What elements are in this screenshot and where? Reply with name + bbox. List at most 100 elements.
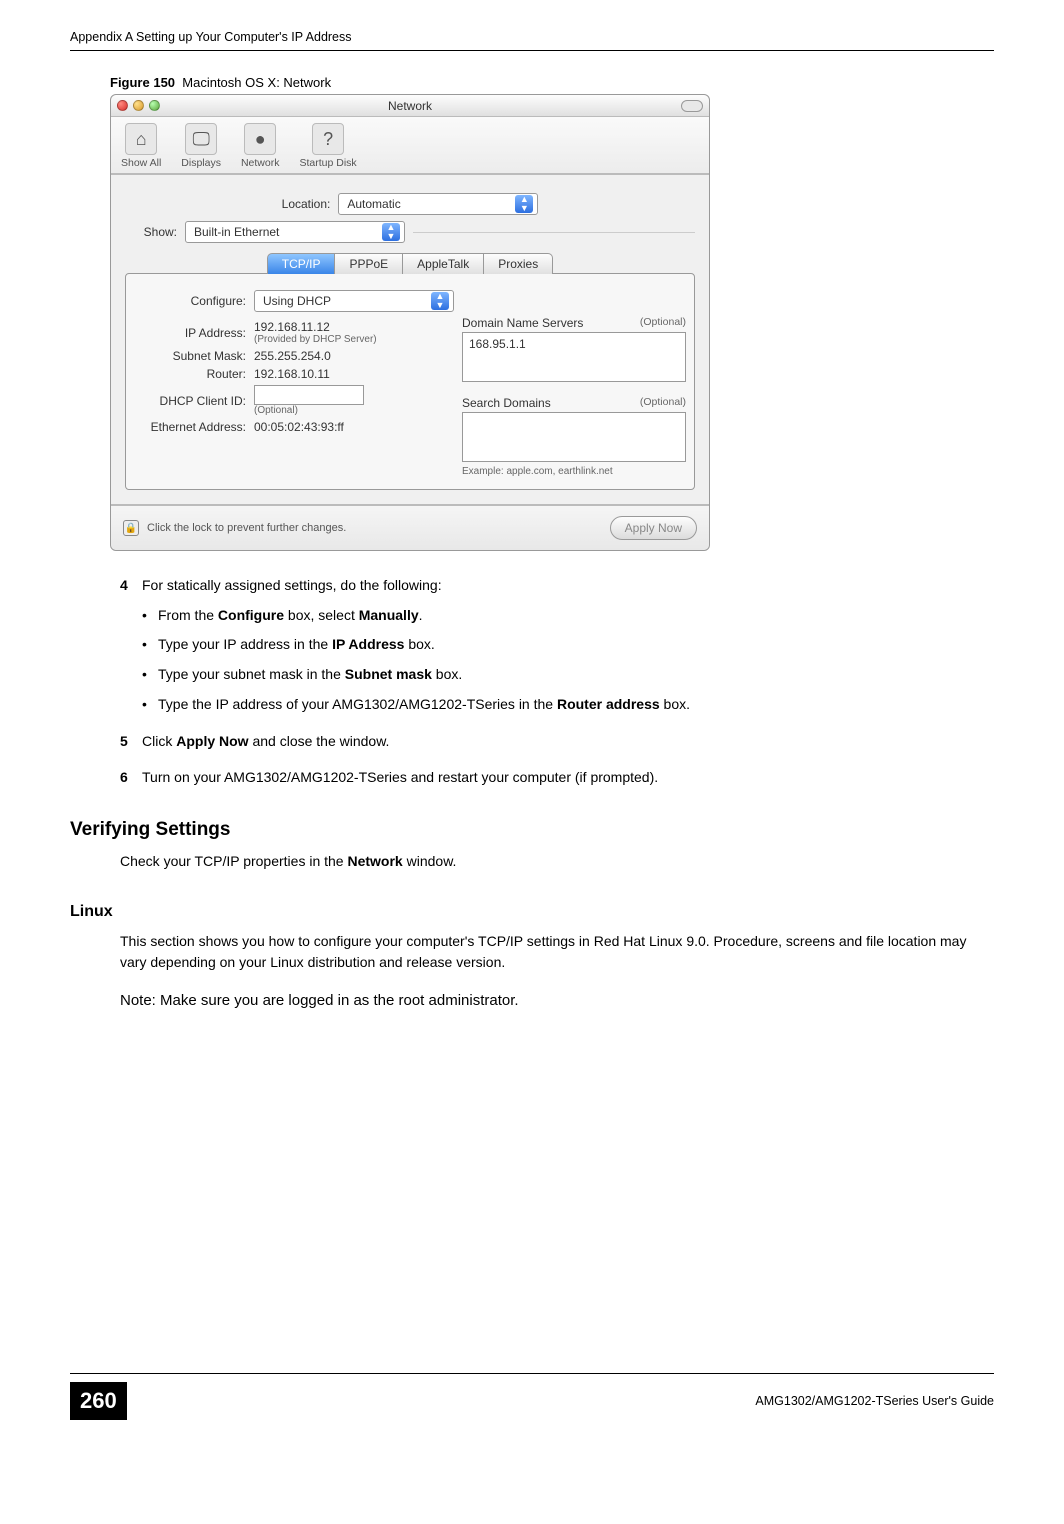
configure-select[interactable]: Using DHCP ▲▼ xyxy=(254,290,454,312)
location-label: Location: xyxy=(282,197,339,211)
verifying-settings-heading: Verifying Settings xyxy=(70,819,994,841)
window-titlebar: Network xyxy=(111,95,709,117)
text: window. xyxy=(403,853,457,869)
network-icon: ● xyxy=(244,123,276,155)
step-5: 5 Click Apply Now and close the window. xyxy=(120,731,994,753)
text: Click xyxy=(142,733,176,749)
linux-note: Note: Make sure you are logged in as the… xyxy=(120,992,994,1009)
lock-text: Click the lock to prevent further change… xyxy=(147,522,346,534)
router-value: 192.168.10.11 xyxy=(254,367,330,381)
apply-now-button[interactable]: Apply Now xyxy=(610,516,697,540)
chevron-updown-icon: ▲▼ xyxy=(431,292,449,310)
step-number: 4 xyxy=(120,575,142,597)
text-bold: Configure xyxy=(218,607,284,623)
displays-icon: 🖵 xyxy=(185,123,217,155)
toolbar-displays[interactable]: 🖵 Displays xyxy=(181,123,221,169)
search-domains-example: Example: apple.com, earthlink.net xyxy=(462,466,686,477)
text-bold: IP Address xyxy=(332,636,404,652)
step-4: 4 For statically assigned settings, do t… xyxy=(120,575,994,597)
running-header: Appendix A Setting up Your Computer's IP… xyxy=(70,30,994,51)
ip-address-value: 192.168.11.12 xyxy=(254,320,377,334)
tab-appletalk[interactable]: AppleTalk xyxy=(403,253,484,274)
location-value: Automatic xyxy=(347,197,400,211)
text-bold: Manually xyxy=(359,607,419,623)
text: From the xyxy=(158,607,218,623)
figure-caption: Figure 150 Macintosh OS X: Network xyxy=(110,75,994,90)
lock-icon[interactable]: 🔒 xyxy=(123,520,139,536)
tab-tcpip[interactable]: TCP/IP xyxy=(267,253,336,274)
macosx-network-window: Network ⌂ Show All 🖵 Displays ● Network … xyxy=(110,94,710,551)
toolbar-label: Network xyxy=(241,157,280,169)
router-label: Router: xyxy=(134,367,254,381)
show-label: Show: xyxy=(125,225,185,239)
step-text: Turn on your AMG1302/AMG1202-TSeries and… xyxy=(142,767,658,789)
startup-disk-icon: ? xyxy=(312,123,344,155)
dns-servers-field[interactable]: 168.95.1.1 xyxy=(462,332,686,382)
text: and close the window. xyxy=(249,733,390,749)
step-6: 6 Turn on your AMG1302/AMG1202-TSeries a… xyxy=(120,767,994,789)
page-number: 260 xyxy=(70,1382,127,1420)
ethernet-address-value: 00:05:02:43:93:ff xyxy=(254,420,344,434)
bullet-item: Type the IP address of your AMG1302/AMG1… xyxy=(142,694,994,716)
search-domains-label: Search Domains xyxy=(462,396,551,410)
show-all-icon: ⌂ xyxy=(125,123,157,155)
ip-address-subtext: (Provided by DHCP Server) xyxy=(254,334,377,345)
page-footer: 260 AMG1302/AMG1202-TSeries User's Guide xyxy=(70,1373,994,1420)
location-select[interactable]: Automatic ▲▼ xyxy=(338,193,538,215)
ethernet-address-label: Ethernet Address: xyxy=(134,420,254,434)
text: box, select xyxy=(284,607,359,623)
text-bold: Network xyxy=(347,853,402,869)
toolbar-show-all[interactable]: ⌂ Show All xyxy=(121,123,161,169)
subnet-mask-label: Subnet Mask: xyxy=(134,349,254,363)
configure-value: Using DHCP xyxy=(263,294,331,308)
chevron-updown-icon: ▲▼ xyxy=(515,195,533,213)
figure-caption-text: Macintosh OS X: Network xyxy=(182,75,331,90)
tab-pppoe[interactable]: PPPoE xyxy=(335,253,403,274)
show-value: Built-in Ethernet xyxy=(194,225,279,239)
toolbar-label: Displays xyxy=(181,157,221,169)
text-bold: Router address xyxy=(557,696,660,712)
text: Check your TCP/IP properties in the xyxy=(120,853,347,869)
step-number: 5 xyxy=(120,731,142,753)
chevron-updown-icon: ▲▼ xyxy=(382,223,400,241)
step-number: 6 xyxy=(120,767,142,789)
ip-address-label: IP Address: xyxy=(134,326,254,340)
text: box. xyxy=(404,636,434,652)
toolbar-startup-disk[interactable]: ? Startup Disk xyxy=(299,123,356,169)
dhcp-client-id-field[interactable] xyxy=(254,385,364,405)
step-text: Click Apply Now and close the window. xyxy=(142,731,389,753)
dns-label: Domain Name Servers xyxy=(462,316,583,330)
verifying-settings-text: Check your TCP/IP properties in the Netw… xyxy=(120,851,994,873)
text: Type the IP address of your AMG1302/AMG1… xyxy=(158,696,557,712)
step-text: For statically assigned settings, do the… xyxy=(142,575,442,597)
text: box. xyxy=(432,666,462,682)
text: box. xyxy=(660,696,690,712)
dns-optional: (Optional) xyxy=(640,316,686,330)
preferences-toolbar: ⌂ Show All 🖵 Displays ● Network ? Startu… xyxy=(111,117,709,175)
text: Type your IP address in the xyxy=(158,636,332,652)
tab-bar: TCP/IP PPPoE AppleTalk Proxies xyxy=(125,253,695,274)
toolbar-label: Startup Disk xyxy=(299,157,356,169)
footer-guide-name: AMG1302/AMG1202-TSeries User's Guide xyxy=(755,1394,994,1408)
configure-label: Configure: xyxy=(134,294,254,308)
text: Type your subnet mask in the xyxy=(158,666,345,682)
tab-proxies[interactable]: Proxies xyxy=(484,253,553,274)
text-bold: Subnet mask xyxy=(345,666,432,682)
tcpip-pane: Configure: Using DHCP ▲▼ IP Address: 192… xyxy=(125,273,695,490)
toolbar-network[interactable]: ● Network xyxy=(241,123,280,169)
window-title: Network xyxy=(111,99,709,113)
linux-heading: Linux xyxy=(70,903,994,921)
divider xyxy=(413,232,695,233)
figure-label: Figure 150 xyxy=(110,75,175,90)
dhcp-client-id-subtext: (Optional) xyxy=(254,405,364,416)
search-domains-field[interactable] xyxy=(462,412,686,462)
bullet-item: From the Configure box, select Manually. xyxy=(142,605,994,627)
show-select[interactable]: Built-in Ethernet ▲▼ xyxy=(185,221,405,243)
bullet-item: Type your IP address in the IP Address b… xyxy=(142,634,994,656)
dhcp-client-id-label: DHCP Client ID: xyxy=(134,394,254,408)
window-bottom-bar: 🔒 Click the lock to prevent further chan… xyxy=(111,504,709,550)
text-bold: Apply Now xyxy=(176,733,248,749)
search-domains-optional: (Optional) xyxy=(640,396,686,410)
toolbar-label: Show All xyxy=(121,157,161,169)
text: . xyxy=(419,607,423,623)
